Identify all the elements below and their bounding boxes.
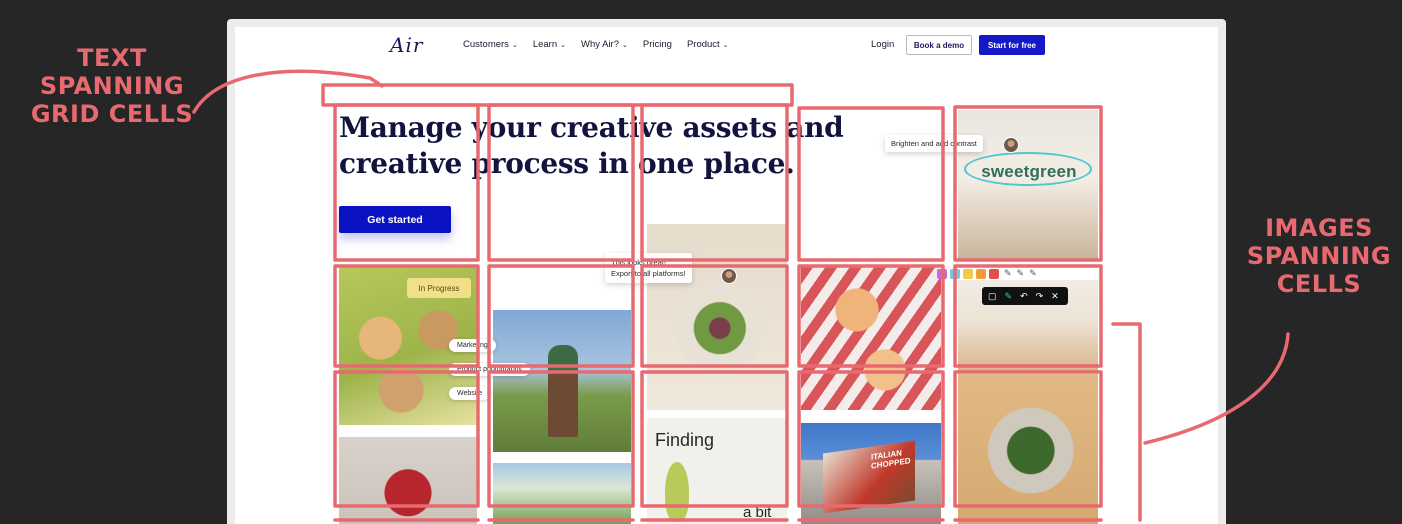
nav-why-air[interactable]: Why Air? ⌄ bbox=[581, 39, 628, 50]
draw-icon[interactable]: ✎ bbox=[1005, 291, 1013, 302]
finding-text: Finding bbox=[655, 430, 715, 450]
apple-hand-image bbox=[339, 437, 477, 524]
comment-icon[interactable]: ▢ bbox=[988, 291, 997, 302]
nav-pricing-label: Pricing bbox=[642, 39, 672, 50]
avatar bbox=[1003, 137, 1019, 153]
plant-closeup-image bbox=[493, 463, 631, 524]
nav-links: Customers ⌄ Learn ⌄ Why Air? ⌄ Pricing Prod… bbox=[463, 39, 744, 50]
hands-salad-image bbox=[958, 374, 1098, 524]
tag-product-photography[interactable]: Product photography bbox=[449, 363, 530, 376]
start-free-button[interactable]: Start for free bbox=[979, 35, 1045, 55]
billboard-image: ITALIAN CHOPPED bbox=[801, 423, 941, 524]
get-started-button[interactable]: Get started bbox=[339, 206, 451, 233]
tag-website[interactable]: Website bbox=[449, 387, 491, 400]
nav-customers-label: Customers bbox=[463, 39, 509, 50]
export-comment-line1: This looks great! bbox=[611, 258, 667, 267]
color-swatches: ✎ ✎ ✎ bbox=[937, 268, 1037, 279]
sweetgreen-store-image: sweetgreen bbox=[958, 110, 1098, 260]
book-demo-button[interactable]: Book a demo bbox=[906, 35, 972, 55]
farmer-image bbox=[493, 310, 631, 452]
brighten-comment[interactable]: Brighten and add contrast bbox=[885, 135, 983, 152]
nav-pricing[interactable]: Pricing bbox=[643, 39, 672, 50]
billboard-text: ITALIAN CHOPPED bbox=[871, 448, 911, 471]
brighten-comment-text: Brighten and add contrast bbox=[891, 139, 977, 148]
pen-icon[interactable]: ✎ bbox=[1004, 268, 1012, 279]
export-comment[interactable]: This looks great! Export to all platform… bbox=[605, 253, 692, 283]
chevron-down-icon: ⌄ bbox=[622, 42, 628, 49]
swatch-blue[interactable] bbox=[950, 268, 960, 279]
pen-icon[interactable]: ✎ bbox=[1017, 268, 1025, 279]
pear-illustration bbox=[665, 462, 689, 522]
nav-customers[interactable]: Customers ⌄ bbox=[463, 39, 518, 50]
webpage: Air Customers ⌄ Learn ⌄ Why Air? ⌄ Pricing … bbox=[235, 27, 1218, 524]
person-figure bbox=[548, 345, 578, 437]
chevron-down-icon: ⌄ bbox=[560, 42, 566, 49]
salad-image bbox=[647, 224, 787, 410]
export-comment-line2: Export to all platforms! bbox=[611, 269, 686, 278]
swatch-orange[interactable] bbox=[976, 268, 986, 279]
redo-icon[interactable]: ↷ bbox=[1036, 291, 1044, 302]
swatch-purple[interactable] bbox=[937, 268, 947, 279]
top-nav: Air Customers ⌄ Learn ⌄ Why Air? ⌄ Pricing … bbox=[235, 27, 1218, 67]
peach-plate-image bbox=[801, 267, 941, 410]
annotation-text-left: TEXT SPANNING GRID CELLS bbox=[30, 44, 194, 128]
undo-icon[interactable]: ↶ bbox=[1020, 291, 1028, 302]
sweetgreen-sign: sweetgreen bbox=[981, 162, 1077, 181]
pen-icon[interactable]: ✎ bbox=[1029, 268, 1037, 279]
swatch-red[interactable] bbox=[989, 268, 999, 279]
annotation-toolbar: ▢ ✎ ↶ ↷ ✕ bbox=[982, 287, 1068, 305]
swatch-yellow[interactable] bbox=[963, 268, 973, 279]
a-bit-text: a bit bbox=[743, 504, 772, 521]
chevron-down-icon: ⌄ bbox=[722, 42, 729, 49]
login-link[interactable]: Login bbox=[871, 39, 894, 50]
billboard: ITALIAN CHOPPED bbox=[823, 440, 915, 514]
nav-why-air-label: Why Air? bbox=[581, 39, 620, 50]
finding-poster-image: Finding a bit bbox=[647, 418, 787, 524]
close-icon[interactable]: ✕ bbox=[1051, 291, 1059, 302]
avatar bbox=[721, 268, 737, 284]
stage: Air Customers ⌄ Learn ⌄ Why Air? ⌄ Pricing … bbox=[0, 0, 1402, 524]
hero-title: Manage your creative assets and creative… bbox=[339, 111, 844, 180]
nav-product-label: Product bbox=[686, 39, 720, 50]
annotation-text-right: IMAGES SPANNING CELLS bbox=[1246, 214, 1392, 298]
in-progress-badge[interactable]: In Progress bbox=[407, 278, 471, 298]
nav-learn[interactable]: Learn ⌄ bbox=[533, 39, 566, 50]
nav-learn-label: Learn bbox=[532, 39, 558, 50]
chevron-down-icon: ⌄ bbox=[511, 42, 518, 49]
tag-marketing[interactable]: Marketing bbox=[449, 339, 496, 352]
nav-product[interactable]: Product ⌄ bbox=[687, 39, 729, 50]
air-logo[interactable]: Air bbox=[390, 33, 423, 57]
